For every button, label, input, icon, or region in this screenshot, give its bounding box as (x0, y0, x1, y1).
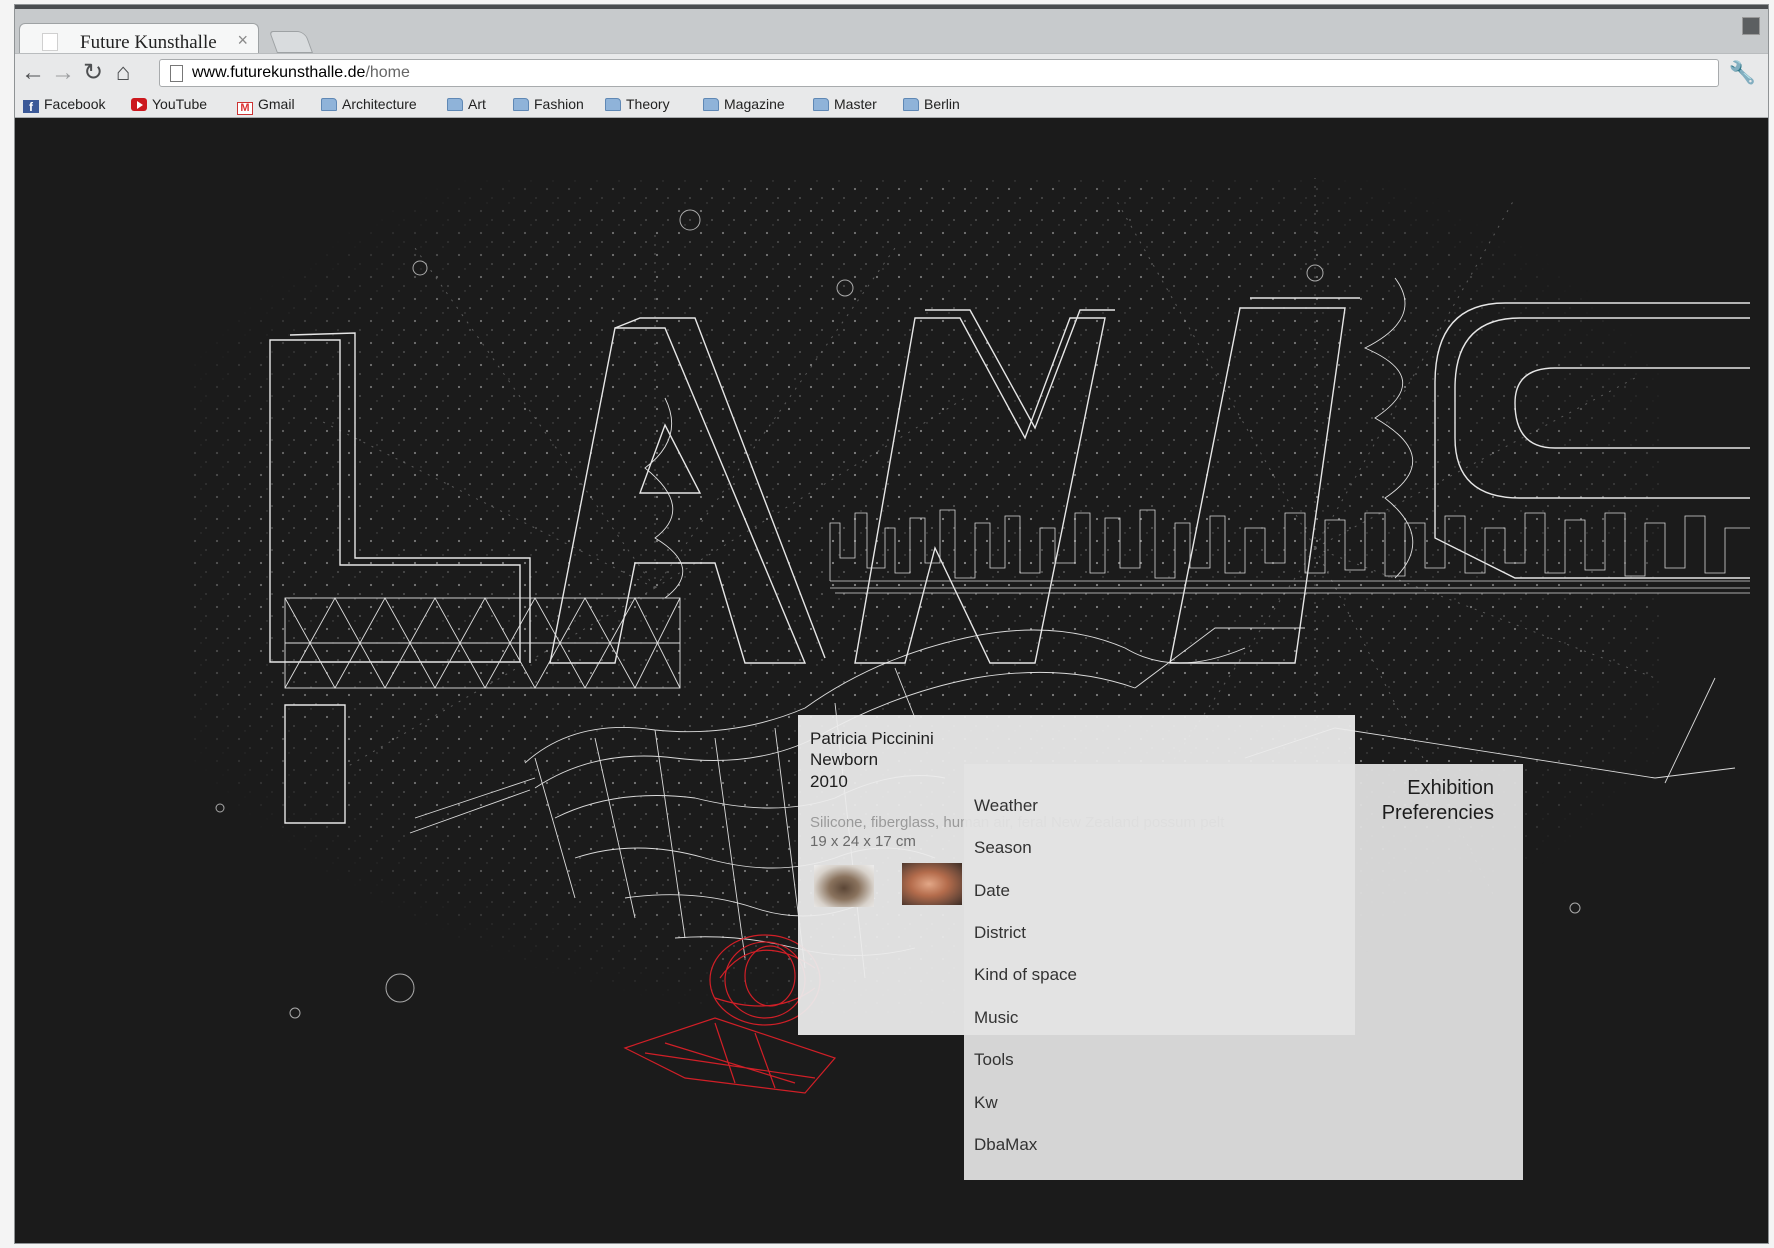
bookmark-folder-art[interactable]: Art (447, 96, 486, 112)
page-icon (170, 65, 183, 82)
bookmark-label: Gmail (258, 96, 295, 112)
youtube-icon (131, 98, 147, 111)
folder-icon (513, 98, 529, 111)
folder-icon (321, 98, 337, 111)
artwork-dimensions: 19 x 24 x 17 cm (810, 833, 916, 850)
address-bar[interactable]: www.futurekunsthalle.de/home (159, 59, 1719, 87)
bookmark-gmail[interactable]: M Gmail (237, 96, 295, 115)
pref-weather[interactable]: Weather (974, 796, 1038, 816)
bookmark-label: Theory (626, 96, 670, 112)
facebook-icon: f (23, 100, 39, 114)
tab-title: Future Kunsthalle (80, 32, 217, 53)
bookmark-folder-magazine[interactable]: Magazine (703, 96, 785, 112)
artwork-thumbnail[interactable] (902, 863, 962, 905)
folder-icon (903, 98, 919, 111)
url-path: /home (365, 64, 410, 81)
gmail-icon: M (237, 102, 253, 115)
folder-icon (813, 98, 829, 111)
artwork-year: 2010 (810, 772, 848, 791)
bookmark-label: Fashion (534, 96, 584, 112)
bookmark-folder-architecture[interactable]: Architecture (321, 96, 417, 112)
bookmark-folder-theory[interactable]: Theory (605, 96, 670, 112)
reload-icon[interactable]: ↻ (79, 59, 107, 87)
pref-dbamax[interactable]: DbaMax (974, 1135, 1037, 1155)
tab-bar: Future Kunsthalle × (15, 9, 1768, 57)
url-text: www.futurekunsthalle.de/home (192, 64, 410, 82)
forward-icon[interactable]: → (49, 59, 77, 87)
bookmark-folder-berlin[interactable]: Berlin (903, 96, 960, 112)
bookmark-folder-fashion[interactable]: Fashion (513, 96, 584, 112)
bookmark-facebook[interactable]: f Facebook (23, 96, 106, 114)
pref-tools[interactable]: Tools (974, 1050, 1014, 1070)
page-favicon-icon (42, 33, 58, 51)
pref-district[interactable]: District (974, 923, 1026, 943)
pref-kw[interactable]: Kw (974, 1093, 998, 1113)
bookmark-label: Master (834, 96, 877, 112)
folder-icon (605, 98, 621, 111)
pref-music[interactable]: Music (974, 1008, 1018, 1028)
bookmark-label: Magazine (724, 96, 785, 112)
bookmark-label: Facebook (44, 96, 106, 112)
back-icon[interactable]: ← (19, 59, 47, 87)
new-tab-button[interactable] (268, 31, 314, 53)
bookmark-youtube[interactable]: YouTube (131, 96, 207, 112)
pref-season[interactable]: Season (974, 838, 1032, 858)
folder-icon (447, 98, 463, 111)
pref-kind-of-space[interactable]: Kind of space (974, 965, 1077, 985)
preferences-title: Exhibition Preferencies (1381, 777, 1494, 824)
artwork-title: Newborn (810, 750, 879, 769)
tab-future-kunsthalle[interactable]: Future Kunsthalle × (19, 23, 259, 57)
wrench-icon[interactable]: 🔧 (1729, 60, 1756, 86)
folder-icon (703, 98, 719, 111)
home-icon[interactable]: ⌂ (109, 59, 137, 87)
exhibition-preferences-panel: Exhibition Preferencies Weather Season D… (964, 764, 1523, 1180)
tab-close-icon[interactable]: × (237, 30, 248, 51)
navigation-toolbar: ← → ↻ ⌂ www.futurekunsthalle.de/home 🔧 (15, 53, 1768, 94)
bookmark-label: YouTube (152, 96, 208, 112)
bookmark-label: Berlin (924, 96, 960, 112)
pref-date[interactable]: Date (974, 881, 1010, 901)
artwork-artist: Patricia Piccinini (810, 729, 934, 748)
page-viewport: Patricia Piccinini Newborn 2010 Silicone… (15, 118, 1768, 1243)
bookmark-label: Art (468, 96, 486, 112)
bookmarks-bar: f Facebook YouTube M Gmail Architecture Ar… (15, 93, 1768, 118)
bookmark-label: Architecture (342, 96, 417, 112)
browser-window: Future Kunsthalle × ← → ↻ ⌂ www.futureku… (14, 4, 1769, 1244)
window-maximize-icon[interactable] (1742, 17, 1760, 35)
url-host: www.futurekunsthalle.de (192, 64, 366, 81)
bookmark-folder-master[interactable]: Master (813, 96, 877, 112)
artwork-thumbnail[interactable] (814, 865, 874, 907)
